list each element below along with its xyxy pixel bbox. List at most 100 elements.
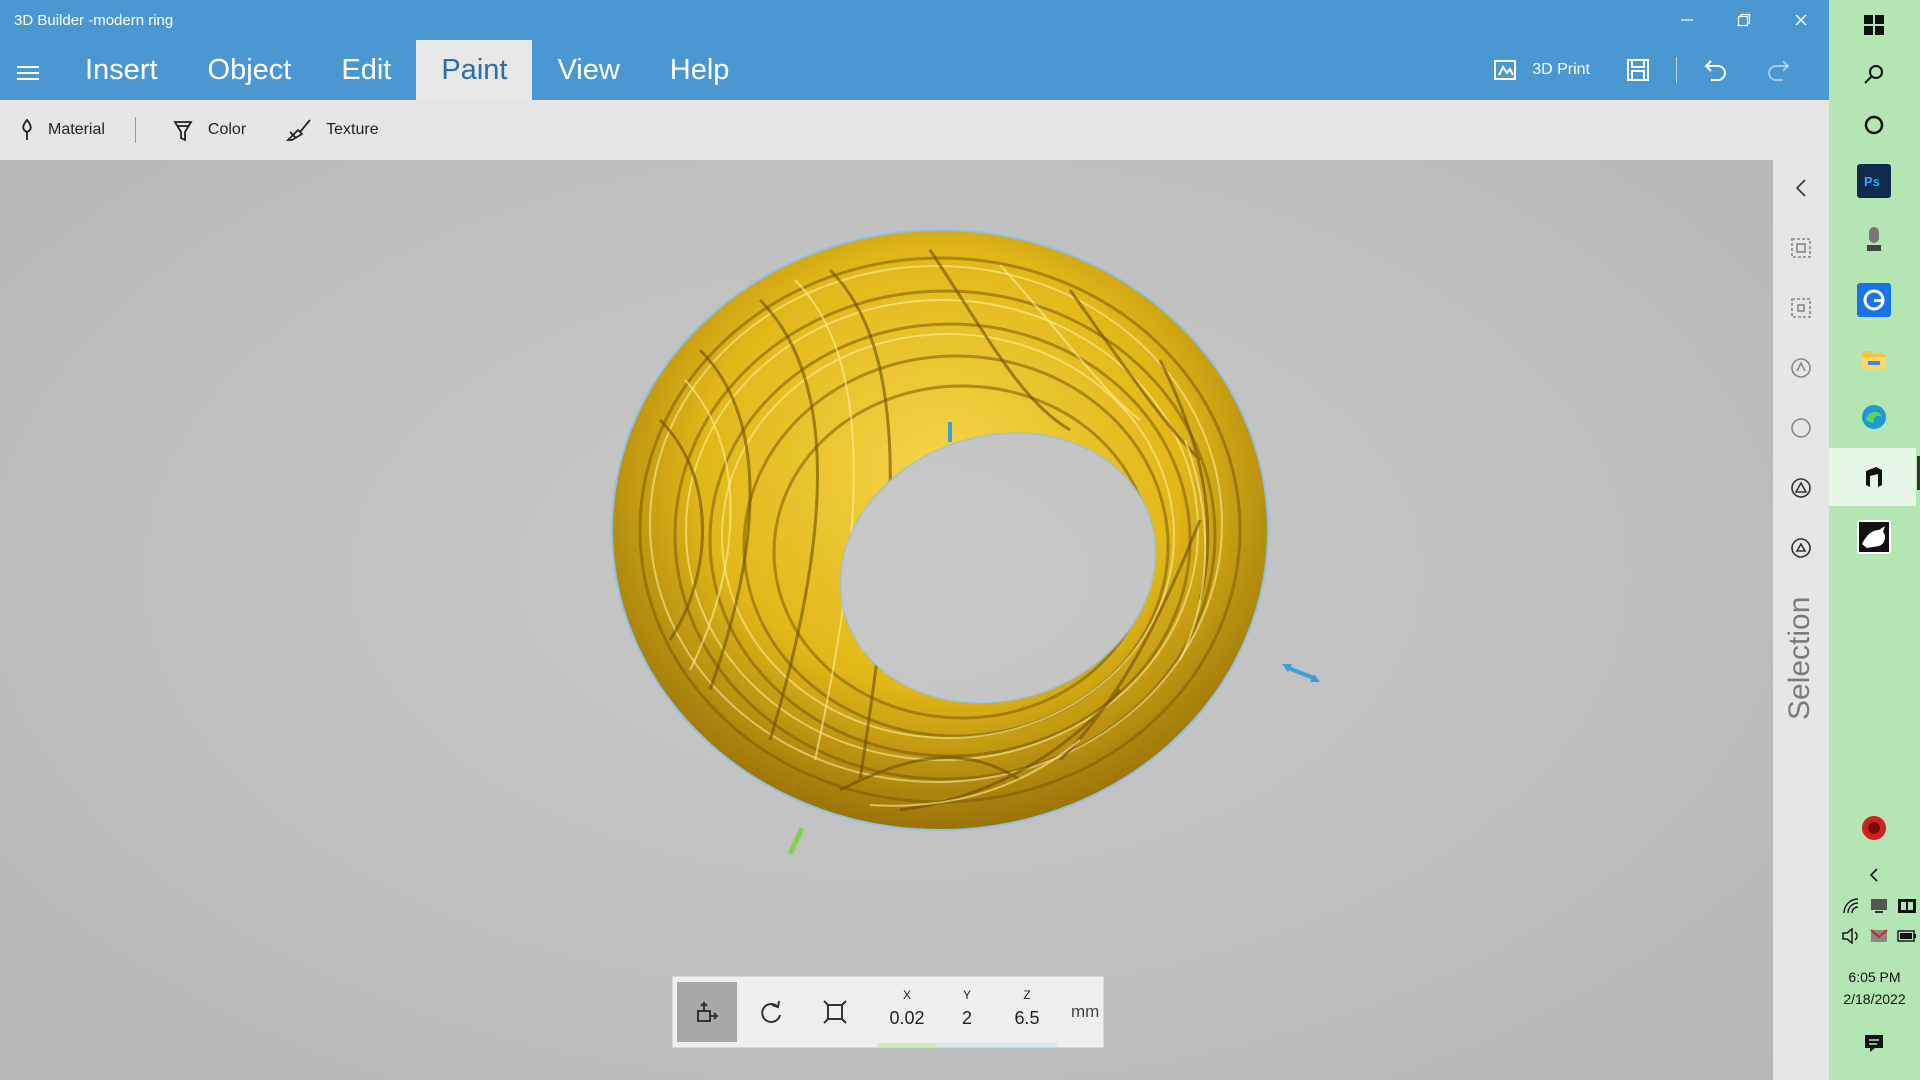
menu-bar: Insert Object Edit Paint View Help (60, 40, 754, 100)
redo-icon (1768, 60, 1790, 81)
z-value-bar (997, 1042, 1057, 1047)
select-all-icon (1791, 238, 1811, 258)
circle-select-icon (1791, 418, 1811, 438)
taskbar-clock[interactable]: 6:05 PM 2/18/2022 (1829, 966, 1920, 1010)
mesh-select-icon (1791, 478, 1811, 498)
transform-toolbar: X 0.02 Y 2 Z 6.5 mm (672, 976, 1104, 1048)
windows-start-icon[interactable] (1857, 8, 1891, 42)
rotate-icon (761, 1000, 781, 1023)
select-object-button[interactable] (1789, 356, 1813, 380)
rhino-icon[interactable] (1857, 520, 1891, 554)
move-button[interactable] (677, 982, 737, 1042)
z-coordinate[interactable]: Z 6.5 (997, 988, 1057, 1047)
move-object-icon (697, 1001, 719, 1022)
z-axis-handle[interactable] (944, 420, 956, 444)
svg-text:Ps: Ps (1864, 174, 1880, 189)
minimize-button[interactable] (1658, 0, 1715, 40)
tab-view[interactable]: View (532, 40, 644, 100)
grammarly-icon[interactable] (1857, 283, 1891, 317)
paint-toolbar: Material Color Texture (0, 100, 1829, 160)
x-axis-handle[interactable] (1282, 662, 1322, 684)
clock-date: 2/18/2022 (1843, 991, 1906, 1007)
window-controls (1658, 0, 1829, 40)
y-value-bar (937, 1042, 997, 1047)
meet-now-icon[interactable] (1897, 896, 1917, 916)
window-title: 3D Builder -modern ring (14, 12, 174, 29)
texture-button[interactable]: Texture (266, 118, 398, 142)
x-value[interactable]: 0.02 (877, 1008, 937, 1029)
show-hidden-icons-chevron-icon[interactable] (1857, 858, 1891, 892)
save-button[interactable] (1608, 58, 1668, 82)
tab-edit[interactable]: Edit (316, 40, 416, 100)
antivirus-tray-icon[interactable] (1857, 811, 1891, 845)
material-label: Material (48, 121, 105, 138)
tab-help[interactable]: Help (645, 40, 755, 100)
tray-row-1 (1841, 896, 1917, 916)
select-mesh-button[interactable] (1789, 476, 1813, 500)
select-face-button[interactable] (1789, 536, 1813, 560)
unit-label[interactable]: mm (1071, 1002, 1099, 1022)
app-header: 3D Builder -modern ring Insert Object Ed… (0, 0, 1829, 100)
minimize-icon (1680, 19, 1693, 21)
scale-button[interactable] (805, 982, 865, 1042)
action-center-icon[interactable] (1857, 1026, 1891, 1060)
tab-paint[interactable]: Paint (416, 40, 533, 100)
mail-icon[interactable] (1869, 926, 1889, 946)
collapse-panel-button[interactable] (1789, 176, 1813, 200)
chevron-left-icon (1795, 179, 1806, 197)
select-all-button[interactable] (1789, 236, 1813, 260)
x-value-bar (877, 1042, 937, 1047)
deselect-button[interactable] (1789, 296, 1813, 320)
y-label: Y (962, 987, 971, 1002)
file-explorer-icon[interactable] (1857, 342, 1891, 376)
x-coordinate[interactable]: X 0.02 (877, 988, 937, 1047)
tab-object[interactable]: Object (183, 40, 317, 100)
redo-button[interactable] (1747, 57, 1809, 83)
3d-viewport[interactable]: X 0.02 Y 2 Z 6.5 mm (0, 160, 1773, 1080)
search-icon[interactable] (1857, 57, 1891, 91)
microphone-icon[interactable] (1857, 222, 1891, 256)
close-button[interactable] (1772, 0, 1829, 40)
photoshop-icon[interactable]: Ps (1857, 164, 1891, 198)
undo-button[interactable] (1685, 57, 1747, 83)
3d-print-button[interactable]: 3D Print (1474, 57, 1608, 83)
material-icon (22, 118, 32, 140)
network-display-icon[interactable] (1869, 896, 1889, 916)
edge-browser-icon[interactable] (1857, 400, 1891, 434)
tab-insert[interactable]: Insert (60, 40, 183, 100)
volume-icon[interactable] (1841, 926, 1861, 946)
hamburger-menu-icon[interactable] (17, 62, 39, 84)
color-button[interactable]: Color (152, 118, 266, 142)
clock-time: 6:05 PM (1848, 969, 1901, 985)
battery-icon[interactable] (1897, 926, 1917, 946)
header-actions: 3D Print (1474, 40, 1809, 100)
rotate-button[interactable] (741, 982, 801, 1042)
color-label: Color (207, 121, 247, 138)
color-bucket-icon (173, 121, 193, 142)
select-circle-button[interactable] (1789, 416, 1813, 440)
y-axis-handle[interactable] (784, 824, 808, 858)
3d-print-label: 3D Print (1532, 61, 1590, 78)
deselect-icon (1791, 298, 1811, 318)
material-button[interactable]: Material (0, 118, 125, 142)
ring-model[interactable] (600, 220, 1300, 860)
toolbar-separator (134, 117, 136, 143)
z-label: Z (1023, 987, 1031, 1002)
windows-taskbar: Ps 6:05 PM 2/18/2022 (1829, 0, 1920, 1080)
restore-icon (1737, 13, 1750, 27)
tray-row-2 (1841, 926, 1917, 946)
selection-label: Selection (1783, 596, 1816, 720)
texture-label: Texture (326, 121, 379, 138)
3d-builder-taskbar-icon[interactable] (1857, 460, 1891, 494)
wifi-icon[interactable] (1841, 896, 1861, 916)
y-coordinate[interactable]: Y 2 (937, 988, 997, 1047)
y-value[interactable]: 2 (937, 1008, 997, 1029)
restore-button[interactable] (1715, 0, 1772, 40)
cortana-icon[interactable] (1857, 108, 1891, 142)
printer-3d-icon (1494, 60, 1517, 80)
x-label: X (902, 987, 911, 1002)
selection-panel: Selection (1773, 160, 1829, 1080)
close-icon (1795, 14, 1806, 26)
undo-icon (1704, 60, 1726, 81)
z-value[interactable]: 6.5 (997, 1008, 1057, 1029)
